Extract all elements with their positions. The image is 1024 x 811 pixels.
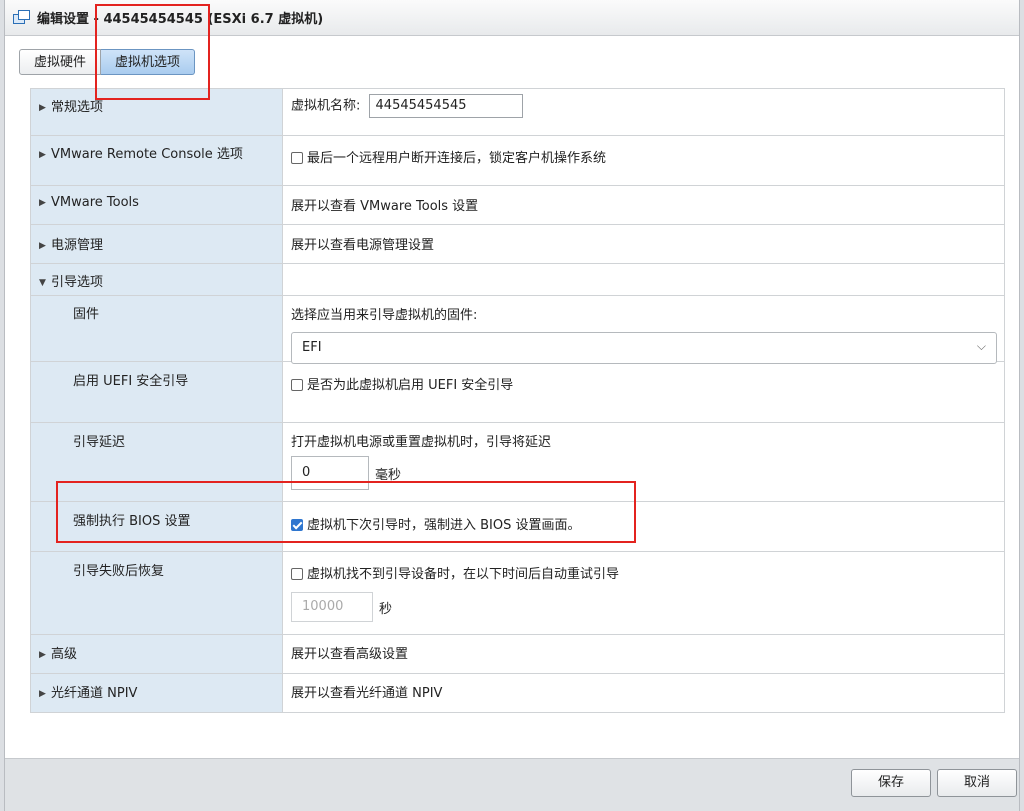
caret-down-icon: ▼ [39, 278, 46, 288]
uefi-secure-checkbox-label: 是否为此虚拟机启用 UEFI 安全引导 [307, 378, 514, 393]
row-npiv: ▶ 光纤通道 NPIV 展开以查看光纤通道 NPIV [31, 674, 1004, 712]
row-general: ▶ 常规选项 虚拟机名称: 44545454545 [31, 89, 1004, 136]
caret-right-icon: ▶ [39, 150, 46, 160]
uefi-secure-checkbox[interactable] [291, 379, 303, 391]
row-boot-header[interactable]: ▼ 引导选项 [31, 264, 283, 295]
row-vmware-tools-header[interactable]: ▶ VMware Tools [31, 186, 283, 224]
save-button[interactable]: 保存 [851, 769, 931, 797]
row-power-header[interactable]: ▶ 电源管理 [31, 225, 283, 263]
row-vmrc: ▶ VMware Remote Console 选项 最后一个远程用户断开连接后，… [31, 136, 1004, 186]
row-value: 展开以查看电源管理设置 [291, 238, 435, 253]
row-failed-boot-recovery: 引导失败后恢复 虚拟机找不到引导设备时，在以下时间后自动重试引导 10000 秒 [31, 552, 1004, 635]
row-advanced: ▶ 高级 展开以查看高级设置 [31, 635, 1004, 674]
row-uefi-secure-boot: 启用 UEFI 安全引导 是否为此虚拟机启用 UEFI 安全引导 [31, 362, 1004, 423]
firmware-selected: EFI [302, 340, 322, 355]
boot-delay-unit: 毫秒 [375, 467, 402, 483]
caret-right-icon: ▶ [39, 198, 46, 208]
cancel-button[interactable]: 取消 [937, 769, 1017, 797]
boot-delay-input[interactable]: 0 [291, 456, 369, 490]
settings-grid: ▶ 常规选项 虚拟机名称: 44545454545 ▶ VMware Remote … [30, 88, 1005, 713]
caret-right-icon: ▶ [39, 241, 46, 251]
tab-virtual-hardware[interactable]: 虚拟硬件 [19, 49, 102, 75]
row-boot-delay: 引导延迟 打开虚拟机电源或重置虚拟机时，引导将延迟 0 毫秒 [31, 423, 1004, 502]
caret-right-icon: ▶ [39, 103, 46, 113]
failed-recovery-checkbox[interactable] [291, 568, 303, 580]
row-general-header[interactable]: ▶ 常规选项 [31, 89, 283, 135]
dialog-footer: 保存 取消 [5, 758, 1019, 811]
row-value: 展开以查看 VMware Tools 设置 [291, 199, 479, 214]
vmrc-lock-label: 最后一个远程用户断开连接后，锁定客户机操作系统 [307, 151, 607, 166]
force-bios-label: 强制执行 BIOS 设置 [31, 502, 283, 551]
tab-vm-options[interactable]: 虚拟机选项 [101, 49, 196, 75]
row-label: 常规选项 [51, 100, 104, 115]
row-label: VMware Tools [51, 195, 139, 210]
edit-settings-dialog: 编辑设置 - 44545454545 (ESXi 6.7 虚拟机) 虚拟硬件 虚… [4, 0, 1020, 811]
row-firmware: 固件 选择应当用来引导虚拟机的固件: EFI ⌵ [31, 296, 1004, 364]
tab-bar: 虚拟硬件 虚拟机选项 [19, 49, 196, 75]
firmware-description: 选择应当用来引导虚拟机的固件: [291, 308, 478, 323]
row-boot: ▼ 引导选项 [31, 264, 1004, 296]
title-bar: 编辑设置 - 44545454545 (ESXi 6.7 虚拟机) [5, 0, 1019, 36]
caret-right-icon: ▶ [39, 689, 46, 699]
failed-recovery-unit: 秒 [379, 601, 393, 617]
failed-recovery-checkbox-label: 虚拟机找不到引导设备时，在以下时间后自动重试引导 [307, 567, 620, 582]
firmware-label: 固件 [31, 296, 283, 361]
firmware-select[interactable]: EFI ⌵ [291, 332, 997, 364]
row-label: 光纤通道 NPIV [51, 686, 138, 701]
vm-settings-icon [13, 9, 31, 26]
force-bios-checkbox-label: 虚拟机下次引导时，强制进入 BIOS 设置画面。 [307, 518, 581, 533]
row-label: 电源管理 [51, 238, 104, 253]
row-advanced-header[interactable]: ▶ 高级 [31, 635, 283, 673]
row-value: 展开以查看高级设置 [291, 647, 409, 662]
vmrc-lock-checkbox[interactable] [291, 152, 303, 164]
row-label: 引导选项 [51, 275, 104, 290]
row-vmware-tools: ▶ VMware Tools 展开以查看 VMware Tools 设置 [31, 186, 1004, 225]
boot-delay-label: 引导延迟 [31, 423, 283, 501]
failed-recovery-label: 引导失败后恢复 [31, 552, 283, 634]
row-label: VMware Remote Console 选项 [51, 147, 243, 162]
caret-right-icon: ▶ [39, 650, 46, 660]
chevron-down-icon: ⌵ [976, 339, 986, 353]
row-value: 展开以查看光纤通道 NPIV [291, 686, 443, 701]
row-force-bios: 强制执行 BIOS 设置 虚拟机下次引导时，强制进入 BIOS 设置画面。 [31, 502, 1004, 552]
failed-recovery-delay-input[interactable]: 10000 [291, 592, 373, 622]
row-label: 高级 [51, 647, 78, 662]
uefi-secure-label: 启用 UEFI 安全引导 [31, 362, 283, 422]
force-bios-checkbox[interactable] [291, 519, 303, 531]
vm-name-label: 虚拟机名称: [291, 98, 361, 114]
dialog-title: 编辑设置 - 44545454545 (ESXi 6.7 虚拟机) [37, 12, 324, 27]
vm-name-input[interactable]: 44545454545 [368, 94, 523, 118]
row-power: ▶ 电源管理 展开以查看电源管理设置 [31, 225, 1004, 264]
boot-delay-description: 打开虚拟机电源或重置虚拟机时，引导将延迟 [291, 435, 552, 450]
row-vmrc-header[interactable]: ▶ VMware Remote Console 选项 [31, 136, 283, 185]
row-npiv-header[interactable]: ▶ 光纤通道 NPIV [31, 674, 283, 712]
